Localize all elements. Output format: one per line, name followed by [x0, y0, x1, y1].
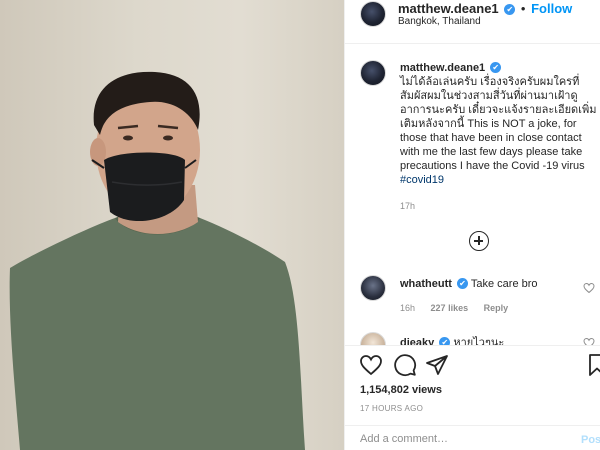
verified-badge-icon: ✔ — [439, 337, 451, 345]
comment-heart-icon[interactable] — [583, 337, 595, 345]
comment-avatar[interactable] — [360, 275, 386, 301]
post-video[interactable] — [0, 0, 344, 450]
comment-item: dieaky ✔ หายไวๆนะ — [400, 333, 504, 345]
comment-heart-icon[interactable] — [583, 282, 595, 294]
add-comment-bar: Post — [345, 425, 600, 450]
view-count[interactable]: 1,154,802 views — [360, 384, 442, 396]
post-sidebar: matthew.deane1 ✔ • Follow Bangkok, Thail… — [344, 0, 600, 450]
comment-time[interactable]: 16h — [400, 303, 415, 313]
follow-button[interactable]: Follow — [531, 1, 572, 16]
comment-text: หายไวๆนะ — [453, 337, 505, 345]
caption-username-line: matthew.deane1 ✔ — [400, 62, 502, 74]
caption-avatar[interactable] — [360, 60, 386, 86]
comment-input[interactable] — [360, 433, 560, 445]
comment-item: whatheutt ✔ Take care bro — [400, 278, 538, 290]
comment-meta: 16h 227 likes Reply — [400, 303, 521, 313]
plus-circle-icon[interactable] — [469, 231, 489, 251]
bookmark-icon[interactable] — [585, 353, 600, 377]
verified-badge-icon: ✔ — [457, 278, 469, 289]
verified-badge-icon: ✔ — [490, 62, 502, 73]
comments-section: matthew.deane1 ✔ ไม่ได้ล้อเล่นครับ เรื่อ… — [345, 45, 600, 345]
author-avatar[interactable] — [360, 1, 386, 27]
author-line: matthew.deane1 ✔ • Follow — [398, 1, 572, 16]
comment-likes[interactable]: 227 likes — [431, 303, 469, 313]
comment-avatar[interactable] — [360, 332, 386, 345]
comment-username[interactable]: dieaky — [400, 337, 434, 345]
caption-text: ไม่ได้ล้อเล่นครับ เรื่องจริงครับผมใครที่… — [400, 75, 598, 187]
person-photo — [9, 71, 306, 450]
caption-username[interactable]: matthew.deane1 — [400, 62, 485, 74]
reply-button[interactable]: Reply — [484, 303, 509, 313]
comment-text: Take care bro — [470, 278, 538, 290]
separator-dot: • — [520, 1, 526, 16]
share-icon[interactable] — [425, 353, 449, 377]
post-header: matthew.deane1 ✔ • Follow Bangkok, Thail… — [345, 0, 600, 44]
author-username[interactable]: matthew.deane1 — [398, 1, 499, 16]
post-actions: 1,154,802 views 17 HOURS AGO — [345, 345, 600, 425]
heart-icon[interactable] — [359, 353, 383, 377]
caption-hashtag[interactable]: #covid19 — [400, 174, 444, 186]
post-timestamp[interactable]: 17 HOURS AGO — [360, 404, 423, 413]
caption-time[interactable]: 17h — [400, 201, 415, 211]
comment-icon[interactable] — [393, 353, 417, 377]
comment-username[interactable]: whatheutt — [400, 278, 452, 290]
verified-badge-icon: ✔ — [504, 4, 516, 15]
post-location[interactable]: Bangkok, Thailand — [398, 16, 481, 27]
post-comment-button[interactable]: Post — [581, 434, 600, 446]
